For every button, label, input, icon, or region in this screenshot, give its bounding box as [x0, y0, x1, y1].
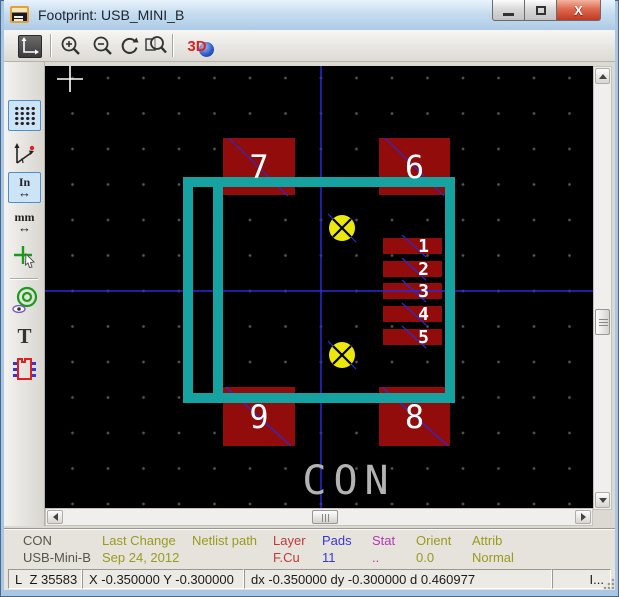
cursor-shape-button[interactable] [8, 241, 41, 272]
v-scroll-thumb[interactable] [595, 309, 610, 335]
v-scrollbar[interactable] [593, 66, 612, 510]
footprint-edges-button[interactable] [8, 353, 41, 384]
pad-number: 3 [418, 281, 429, 302]
pad-display-button[interactable] [8, 284, 41, 315]
minimize-icon [503, 13, 514, 16]
arrow-left-icon [53, 513, 58, 521]
cursor-crosshair [57, 66, 83, 92]
zoom-fit-icon [144, 35, 168, 57]
text-icon: T [17, 326, 31, 346]
status-units: I... [552, 569, 611, 589]
body-outline-inner-edge [213, 187, 223, 393]
pad-sketch-eye-icon [11, 285, 39, 314]
status-prefix: L [15, 572, 22, 587]
grid-icon [14, 106, 36, 125]
zoom-out-button[interactable] [89, 33, 116, 59]
scroll-up-button[interactable] [595, 68, 610, 84]
redraw-button[interactable] [116, 33, 143, 59]
footprint-canvas[interactable]: 7 6 9 8 1 2 3 4 5 [45, 66, 593, 508]
footprint-info-panel: CON USB-Mini-B Last Change Sep 24, 2012 … [4, 528, 615, 568]
status-cursor-position: X -0.350000 Y -0.300000 [82, 569, 244, 589]
close-icon: X [574, 3, 583, 18]
pad-number: 2 [418, 259, 429, 280]
toolbar-separator [50, 34, 51, 57]
maximize-icon [536, 6, 546, 15]
arrow-up-icon [599, 74, 607, 79]
double-arrow-icon: ↔ [18, 223, 31, 233]
app-icon [10, 6, 29, 23]
scroll-right-button[interactable] [575, 510, 591, 524]
units-inches-button[interactable]: In ↔ [8, 172, 41, 203]
arrow-down-icon [599, 498, 607, 503]
pad-number: 9 [249, 398, 268, 436]
zoom-out-icon [92, 35, 114, 57]
body-outline[interactable] [183, 177, 455, 403]
double-arrow-icon: ↔ [18, 188, 31, 198]
arrow-right-icon [581, 513, 586, 521]
titlebar[interactable]: Footprint: USB_MINI_B X [4, 0, 615, 30]
toolbar-separator [172, 34, 173, 57]
axes-origin-button[interactable] [16, 33, 43, 59]
reference-text[interactable]: CON [259, 458, 439, 504]
window-title: Footprint: USB_MINI_B [38, 7, 184, 23]
polar-coordinates-button[interactable] [8, 138, 41, 169]
pad-number: 8 [405, 398, 424, 436]
pad-number: 1 [418, 236, 429, 257]
scroll-left-button[interactable] [47, 510, 63, 524]
zoom-level: Z 35583 [29, 572, 77, 587]
cursor-icon [12, 244, 38, 270]
scroll-down-button[interactable] [595, 492, 610, 508]
redraw-icon [119, 35, 141, 57]
pad-number: 5 [418, 327, 429, 348]
status-relative-position: dx -0.350000 dy -0.300000 d 0.460977 [244, 569, 552, 589]
h-scrollbar[interactable] [45, 508, 593, 526]
pad-number: 6 [405, 148, 424, 186]
maximize-button[interactable] [524, 0, 557, 21]
toolbar-separator [10, 278, 38, 279]
grid-toggle-button[interactable] [8, 100, 41, 131]
pad-number: 7 [249, 148, 268, 186]
footprint-viewer-window: Footprint: USB_MINI_B X [0, 0, 619, 597]
zoom-in-icon [60, 35, 82, 57]
units-mm-button[interactable]: mm ↔ [8, 207, 41, 238]
status-zoom: L Z 35583 [8, 569, 82, 589]
axes-origin-icon [18, 35, 42, 58]
client-area: 3D In ↔ mm ↔ [4, 30, 615, 590]
zoom-in-button[interactable] [57, 33, 84, 59]
h-scroll-thumb[interactable] [312, 510, 338, 524]
main-toolbar: 3D [4, 30, 615, 62]
text-display-button[interactable]: T [8, 320, 41, 351]
options-toolbar: In ↔ mm ↔ T [4, 62, 45, 526]
view-3d-button[interactable]: 3D [180, 33, 214, 59]
3d-label: 3D [187, 38, 206, 55]
polar-icon [12, 141, 38, 167]
status-bar: L Z 35583 X -0.350000 Y -0.300000 dx -0.… [4, 568, 615, 590]
minimize-button[interactable] [492, 0, 525, 21]
zoom-fit-button[interactable] [142, 33, 169, 59]
close-button[interactable]: X [556, 0, 601, 21]
pad-number: 4 [418, 304, 429, 325]
footprint-sketch-icon [12, 355, 38, 383]
